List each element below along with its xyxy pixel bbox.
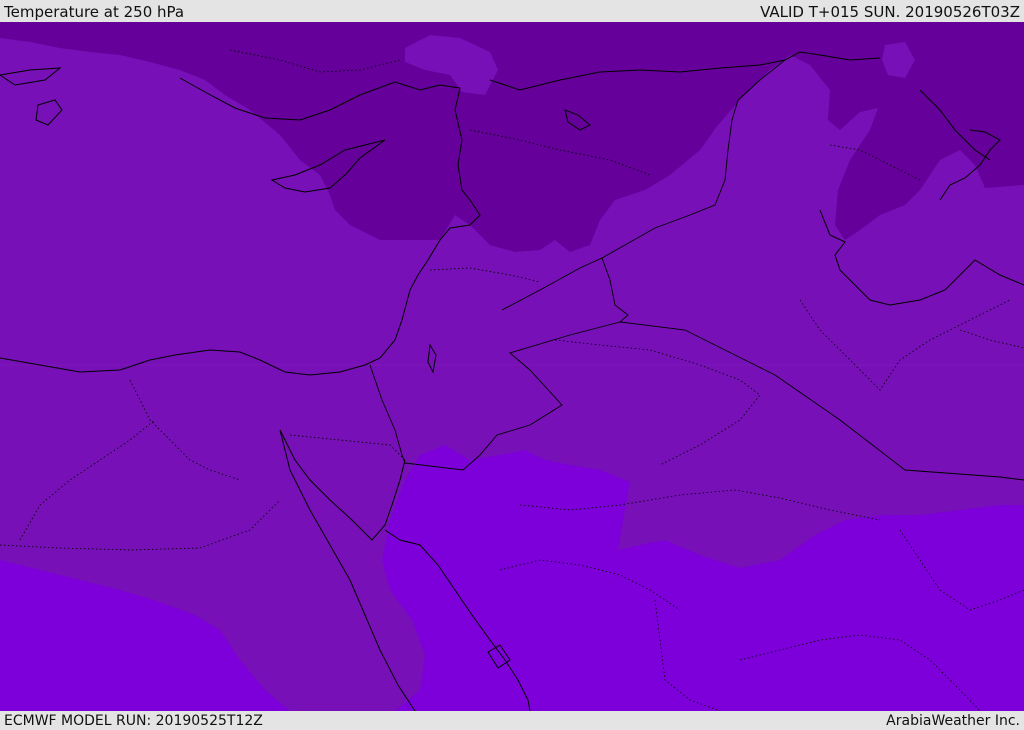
footer-bar: ECMWF MODEL RUN: 20190525T12Z ArabiaWeat… <box>0 711 1024 729</box>
model-run: ECMWF MODEL RUN: 20190525T12Z <box>4 713 263 729</box>
header-bar: Temperature at 250 hPa VALID T+015 SUN. … <box>0 0 1024 22</box>
valid-time: VALID T+015 SUN. 20190526T03Z <box>760 3 1020 21</box>
temperature-map <box>0 22 1024 711</box>
credit: ArabiaWeather Inc. <box>886 713 1020 729</box>
map-title: Temperature at 250 hPa <box>4 3 185 21</box>
